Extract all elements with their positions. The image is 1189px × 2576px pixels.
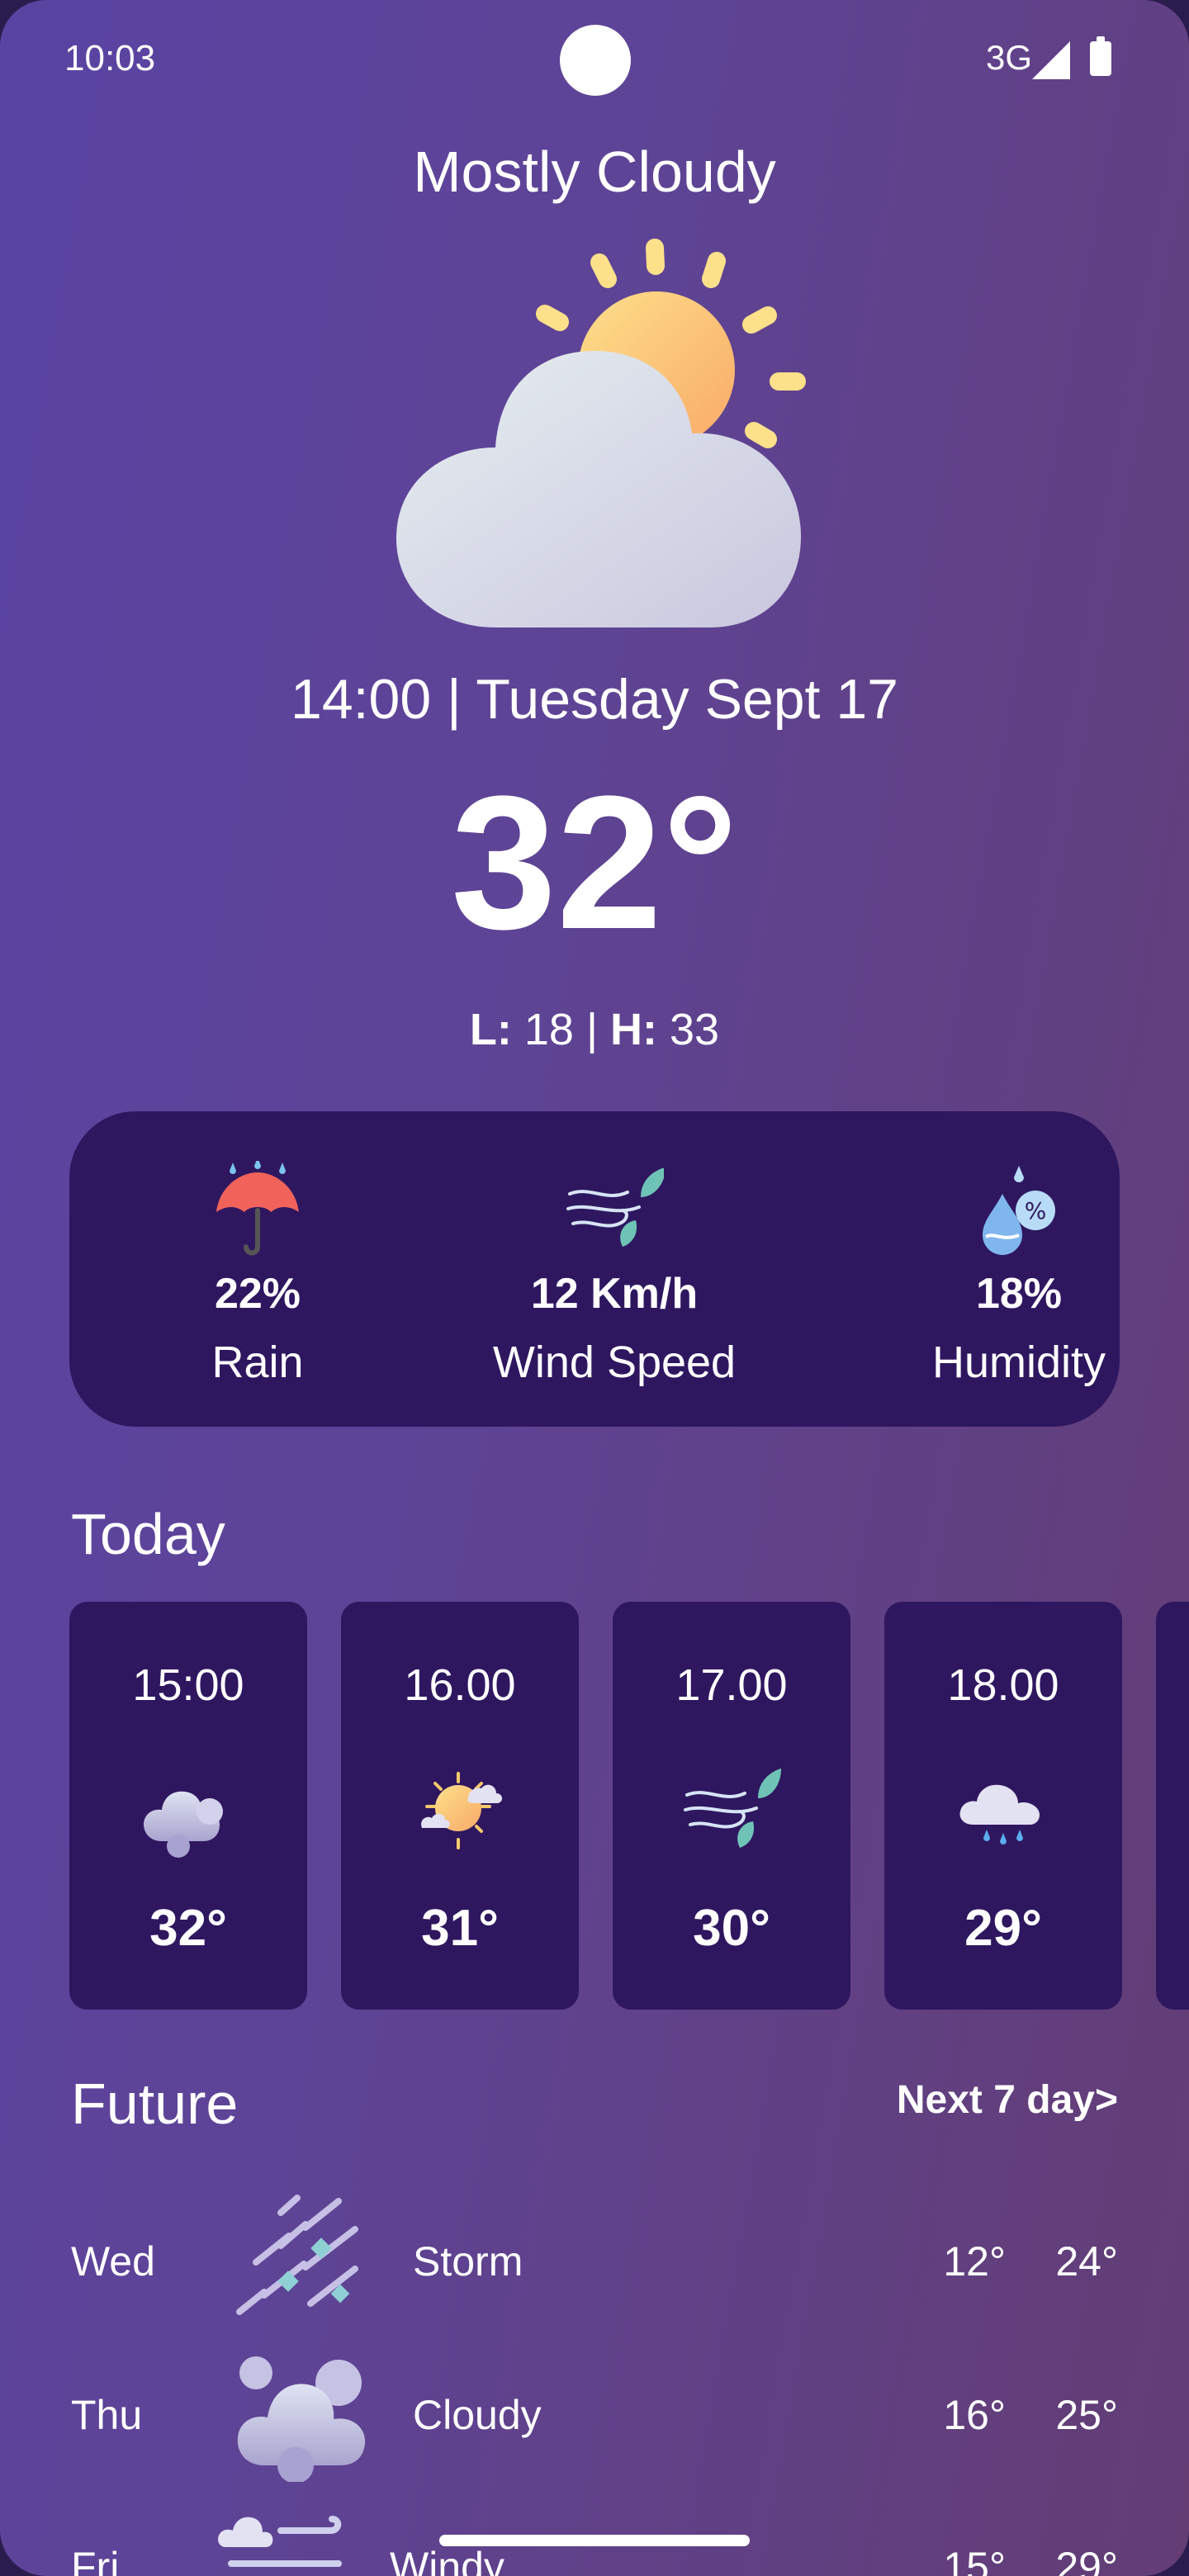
humidity-value: 18%	[975, 1270, 1063, 1318]
hour-time: 17.00	[675, 1660, 788, 1710]
svg-text:%: %	[1025, 1197, 1047, 1224]
stats-card: 22% Rain 12 Km/h Wind Speed % 18% Humidi…	[69, 1111, 1120, 1427]
low-label: L:	[469, 1005, 512, 1054]
future-high: 25°	[1055, 2392, 1118, 2438]
future-condition: Storm	[413, 2238, 523, 2285]
rain-label: Rain	[211, 1338, 304, 1387]
future-day: Thu	[71, 2392, 143, 2438]
hour-card[interactable]: 16.00 31°	[341, 1602, 579, 2010]
future-condition: Windy	[390, 2544, 504, 2576]
wind-icon	[566, 1167, 666, 1247]
high-temp: 33	[656, 1005, 720, 1054]
future-low: 15°	[943, 2544, 1006, 2576]
humidity-label: Humidity	[931, 1338, 1106, 1387]
future-day: Fri	[71, 2544, 120, 2576]
hour-temp: 30°	[693, 1900, 770, 1957]
future-row[interactable]: Wed Storm 12° 24°	[0, 2188, 1189, 2328]
signal-icon	[1032, 41, 1070, 79]
camera-cutout	[560, 25, 631, 96]
current-datetime: 14:00 | Tuesday Sept 17	[291, 668, 898, 731]
sun-cloud-icon	[396, 239, 806, 627]
cloudy-icon	[237, 2356, 366, 2482]
future-high: 29°	[1055, 2544, 1118, 2576]
weather-screen: 10:03 3G Mostly Cloudy 14:00 | Tuesday S…	[0, 0, 1189, 2576]
rain-value: 22%	[214, 1270, 301, 1318]
low-high-temperature: L: 18 | H: 33	[0, 1004, 1189, 1055]
today-title: Today	[71, 1502, 225, 1566]
humidity-icon: %	[983, 1166, 1055, 1255]
windy-icon	[218, 2516, 342, 2567]
hour-time: 18.00	[947, 1660, 1059, 1710]
future-day: Wed	[71, 2238, 155, 2285]
cloudy-icon	[144, 1791, 223, 1858]
stat-wind-speed: 12 Km/h Wind Speed	[367, 1161, 862, 1388]
future-low: 16°	[943, 2392, 1006, 2438]
storm-icon	[236, 2195, 358, 2315]
hour-card[interactable]: 15:00 32°	[69, 1602, 307, 2010]
next-7-days-link[interactable]: Next 7 day>	[897, 2077, 1118, 2123]
current-temperature: 32°	[451, 756, 738, 968]
future-high: 24°	[1055, 2238, 1118, 2285]
current-condition: Mostly Cloudy	[413, 140, 776, 204]
battery-icon	[1090, 36, 1111, 76]
future-row[interactable]: Thu Cloudy 16° 25°	[0, 2342, 1189, 2482]
hour-temp: 32°	[149, 1900, 227, 1957]
hour-time: 15:00	[132, 1660, 244, 1710]
high-label: H:	[610, 1005, 657, 1054]
stat-humidity: % 18% Humidity	[854, 1161, 1184, 1388]
sun-cloud-icon	[421, 1772, 503, 1849]
hour-temp: 29°	[964, 1900, 1042, 1957]
hour-card-partial[interactable]	[1156, 1602, 1189, 2010]
future-condition: Cloudy	[413, 2392, 542, 2438]
hour-card[interactable]: 17.00 30°	[613, 1602, 850, 2010]
low-temp: 18 |	[511, 1005, 610, 1054]
hour-temp: 31°	[421, 1900, 499, 1957]
wind-speed-label: Wind Speed	[492, 1338, 737, 1387]
hour-time: 16.00	[404, 1660, 516, 1710]
umbrella-icon	[216, 1158, 299, 1256]
wind-icon	[684, 1769, 781, 1848]
future-low: 12°	[943, 2238, 1006, 2285]
rain-icon	[959, 1784, 1040, 1844]
stat-rain: 22% Rain	[142, 1158, 373, 1388]
home-indicator[interactable]	[439, 2535, 750, 2546]
network-type: 3G	[985, 38, 1032, 77]
wind-speed-value: 12 Km/h	[530, 1270, 699, 1318]
future-title: Future	[71, 2072, 239, 2136]
hour-card[interactable]: 18.00 29°	[884, 1602, 1122, 2010]
status-time: 10:03	[64, 38, 156, 78]
